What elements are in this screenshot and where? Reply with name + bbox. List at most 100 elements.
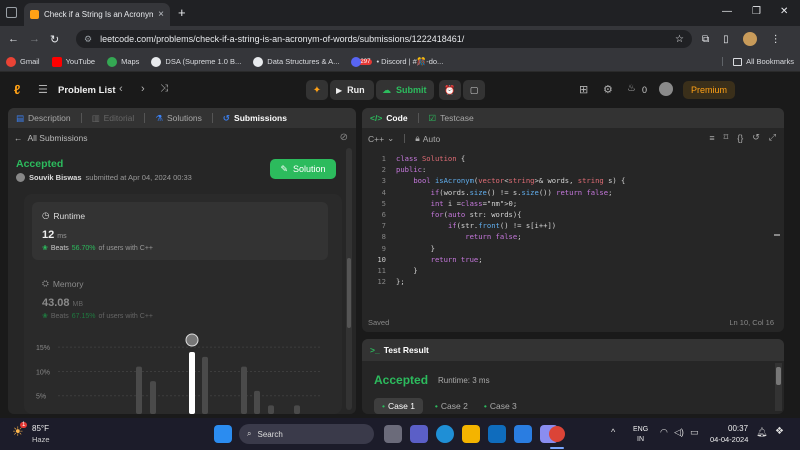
notes-button[interactable]: ▢ <box>463 80 485 100</box>
premium-button[interactable]: Premium <box>683 81 735 99</box>
chart-bar[interactable] <box>189 352 195 414</box>
fullscreen-icon[interactable]: ⤢ <box>769 132 776 143</box>
task-view-icon[interactable] <box>384 425 402 443</box>
streak-fire-icon[interactable]: ♨ <box>627 83 636 94</box>
chart-bar[interactable] <box>294 405 300 414</box>
reload-icon[interactable]: ↻ <box>50 33 59 46</box>
leetcode-logo-icon[interactable]: ℓ <box>14 82 20 97</box>
tab-close-icon[interactable]: × <box>158 9 164 20</box>
result-scrollbar[interactable] <box>775 363 782 411</box>
case-tab-3[interactable]: • Case 3 <box>480 398 521 414</box>
case-tab-1[interactable]: • Case 1 <box>374 398 423 414</box>
auto-mode-toggle[interactable]: 🔒︎ Auto <box>415 133 440 144</box>
copilot-icon[interactable]: ❖ <box>775 426 784 437</box>
tab-test-result[interactable]: >_ Test Result <box>370 345 429 355</box>
new-tab-button[interactable]: + <box>178 5 186 20</box>
timer-button[interactable]: ⏰ <box>439 80 461 100</box>
input-lang-1[interactable]: ENG <box>633 426 648 433</box>
result-scrollbar-thumb[interactable] <box>776 367 781 385</box>
bookmark-youtube[interactable]: YouTube <box>51 56 95 67</box>
chrome-taskbar-icon[interactable] <box>549 426 565 442</box>
code-line[interactable]: } <box>396 243 625 254</box>
battery-icon[interactable]: ▭ <box>690 427 699 438</box>
problem-list-icon[interactable]: ☰ <box>38 83 48 96</box>
chart-bar[interactable] <box>202 356 208 414</box>
site-info-icon[interactable]: ⚙ <box>84 34 92 45</box>
clock-time[interactable]: 00:37 <box>728 424 748 433</box>
user-avatar[interactable] <box>659 82 673 96</box>
share-link-icon[interactable]: ⊘ <box>340 132 348 143</box>
bookmark-maps[interactable]: Maps <box>107 56 139 67</box>
code-line[interactable]: return false; <box>396 231 625 242</box>
code-line[interactable]: for(auto str: words){ <box>396 209 625 220</box>
notification-bell-icon[interactable]: 🔔︎ <box>756 427 767 438</box>
language-select[interactable]: C++ ⌄ <box>368 133 394 144</box>
code-line[interactable]: class Solution { <box>396 153 625 164</box>
bookmark-discord[interactable]: 297 • Discord | #🎊-do... <box>351 56 443 67</box>
profile-avatar[interactable] <box>742 32 757 46</box>
volume-icon[interactable]: ◁) <box>674 427 684 438</box>
restore-icon[interactable]: ❐ <box>752 6 761 17</box>
minimize-icon[interactable]: — <box>722 6 732 17</box>
chart-bar[interactable] <box>254 390 260 414</box>
username[interactable]: Souvik Biswas <box>29 173 82 182</box>
show-hidden-icons[interactable]: ^ <box>611 427 615 437</box>
code-line[interactable]: public: <box>396 164 625 175</box>
code-line[interactable]: }; <box>396 276 625 287</box>
settings-gear-icon[interactable]: ⚙ <box>603 83 613 96</box>
shuffle-icon[interactable]: ⤨ <box>160 83 168 94</box>
solution-button[interactable]: ✎ Solution <box>270 159 336 179</box>
tab-solutions[interactable]: ⚗ Solutions <box>155 113 202 124</box>
debug-button[interactable]: ✦ <box>306 80 328 100</box>
code-line[interactable]: if(str.front() != s[i++]) <box>396 220 625 231</box>
bookmark-gmail[interactable]: Gmail <box>6 56 40 67</box>
run-button[interactable]: ▶ Run <box>330 80 374 100</box>
browser-tab[interactable]: Check if a String Is an Acronym × <box>24 3 170 26</box>
all-bookmarks[interactable]: All Bookmarks <box>722 57 794 66</box>
code-line[interactable]: int i =class="nm">0; <box>396 198 625 209</box>
file-explorer-icon[interactable] <box>462 425 480 443</box>
chrome-menu-icon[interactable]: ⋮ <box>771 34 781 45</box>
code-line[interactable]: if(words.size() != s.size()) return fals… <box>396 187 625 198</box>
chart-bar[interactable] <box>268 405 274 414</box>
teams-icon[interactable] <box>410 425 428 443</box>
forward-icon[interactable]: → <box>29 33 40 45</box>
address-bar[interactable]: ⚙ leetcode.com/problems/check-if-a-strin… <box>76 30 692 48</box>
code-line[interactable]: bool isAcronym(vector<string>& words, st… <box>396 175 625 186</box>
code-editor[interactable]: class Solution {public: bool isAcronym(v… <box>396 153 625 287</box>
mail-icon[interactable] <box>488 425 506 443</box>
code-line[interactable]: } <box>396 265 625 276</box>
reset-icon[interactable]: ↺ <box>752 132 760 143</box>
tab-code[interactable]: </> Code <box>370 113 408 123</box>
left-scrollbar[interactable] <box>346 148 352 410</box>
chart-bar[interactable] <box>150 381 156 414</box>
left-scrollbar-thumb[interactable] <box>347 258 351 328</box>
close-window-icon[interactable]: ✕ <box>780 6 788 17</box>
memory-card[interactable]: ⛭ Memory 43.08 MB ❀ Beats 67.15% of users… <box>32 266 328 324</box>
bookmark-data-structures[interactable]: Data Structures & A... <box>253 56 339 67</box>
side-panel-icon[interactable]: ▯ <box>723 34 729 45</box>
windows-start-icon[interactable] <box>214 425 232 443</box>
tab-description[interactable]: ▤ Description <box>16 113 71 124</box>
tab-testcase[interactable]: ☑ Testcase <box>429 113 474 124</box>
chart-bar[interactable] <box>241 366 247 414</box>
layout-grid-icon[interactable]: ⊞ <box>579 83 588 96</box>
tab-search-icon[interactable] <box>6 7 17 18</box>
input-lang-2[interactable]: IN <box>637 436 644 443</box>
bookmark-icon[interactable]: ⌑ <box>724 132 729 143</box>
wifi-icon[interactable]: ◠ <box>660 427 668 438</box>
next-problem-icon[interactable]: › <box>141 83 145 95</box>
chart-bar[interactable] <box>136 366 142 414</box>
braces-icon[interactable]: {} <box>737 133 743 143</box>
tab-submissions[interactable]: ↺ Submissions <box>223 113 287 124</box>
code-line[interactable]: return true; <box>396 254 625 265</box>
tab-editorial[interactable]: ▥ Editorial <box>92 113 135 124</box>
case-tab-2[interactable]: • Case 2 <box>431 398 472 414</box>
problem-list-link[interactable]: Problem List <box>58 85 116 96</box>
runtime-card[interactable]: ◷ Runtime 12 ms ❀ Beats 56.70% of users w… <box>32 202 328 260</box>
taskbar-search[interactable]: ⌕ Search <box>239 424 374 444</box>
prev-problem-icon[interactable]: ‹ <box>119 83 123 95</box>
store-icon[interactable] <box>514 425 532 443</box>
clock-date[interactable]: 04-04-2024 <box>710 435 748 444</box>
edge-icon[interactable] <box>436 425 454 443</box>
